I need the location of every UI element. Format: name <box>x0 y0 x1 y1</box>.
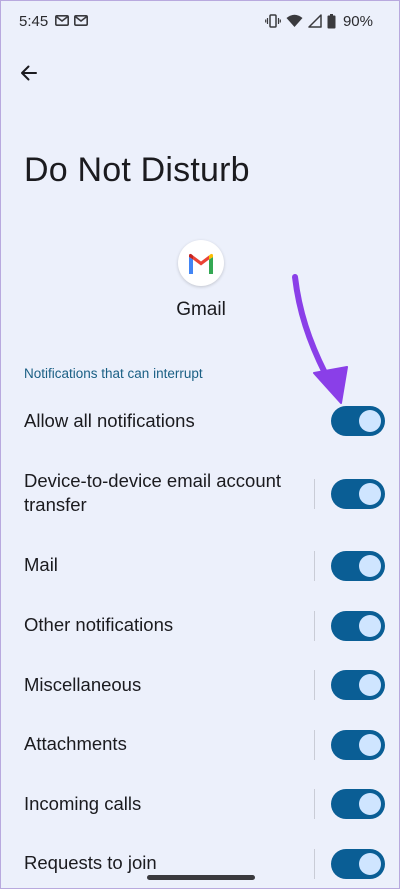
setting-label: Miscellaneous <box>24 674 142 695</box>
setting-label: Incoming calls <box>24 793 142 814</box>
toggle-knob <box>359 853 381 875</box>
gmail-logo <box>189 253 213 274</box>
divider <box>314 551 315 581</box>
requests-to-join-toggle[interactable] <box>331 849 385 879</box>
back-button[interactable] <box>13 57 45 89</box>
other-notifications-toggle[interactable] <box>331 611 385 641</box>
status-time: 5:45 <box>19 13 49 30</box>
gmail-notification-icon <box>74 15 88 26</box>
status-bar: 5:45 90% <box>1 1 399 41</box>
divider <box>314 611 315 641</box>
toggle-knob <box>359 555 381 577</box>
signal-icon <box>308 14 322 28</box>
divider <box>314 479 315 509</box>
divider <box>314 670 315 700</box>
toggle-knob <box>359 410 381 432</box>
section-header: Notifications that can interrupt <box>24 366 203 381</box>
battery-icon <box>327 13 336 28</box>
toggle-knob <box>359 674 381 696</box>
gmail-app-icon <box>178 240 224 286</box>
divider <box>314 849 315 879</box>
setting-label: Attachments <box>24 733 127 754</box>
setting-label: Other notifications <box>24 614 174 635</box>
toggle-knob <box>359 483 381 505</box>
toggle-knob <box>359 734 381 756</box>
setting-label: Requests to join <box>24 852 157 873</box>
incoming-calls-toggle[interactable] <box>331 789 385 819</box>
toggle-knob <box>359 615 381 637</box>
toggle-knob <box>359 793 381 815</box>
miscellaneous-toggle[interactable] <box>331 670 385 700</box>
mail-toggle[interactable] <box>331 551 385 581</box>
vibrate-icon <box>265 14 281 28</box>
divider <box>314 789 315 819</box>
device-transfer-toggle[interactable] <box>331 479 385 509</box>
page-title: Do Not Disturb <box>24 151 250 189</box>
status-icons: 90% <box>265 12 373 30</box>
battery-percent: 90% <box>342 12 373 30</box>
gesture-navigation-bar[interactable] <box>147 875 255 880</box>
divider <box>314 730 315 760</box>
setting-label: Allow all notifications <box>24 410 195 431</box>
setting-label: Device-to-device email account transfer <box>24 470 282 515</box>
screen: 5:45 90% Do Not Disturb Gmail Notificati… <box>0 0 400 889</box>
setting-label: Mail <box>24 554 58 575</box>
wifi-icon <box>286 14 303 27</box>
attachments-toggle[interactable] <box>331 730 385 760</box>
arrow-back-icon <box>21 65 37 81</box>
gmail-notification-icon <box>55 15 69 26</box>
annotation-arrow-icon <box>292 274 348 404</box>
